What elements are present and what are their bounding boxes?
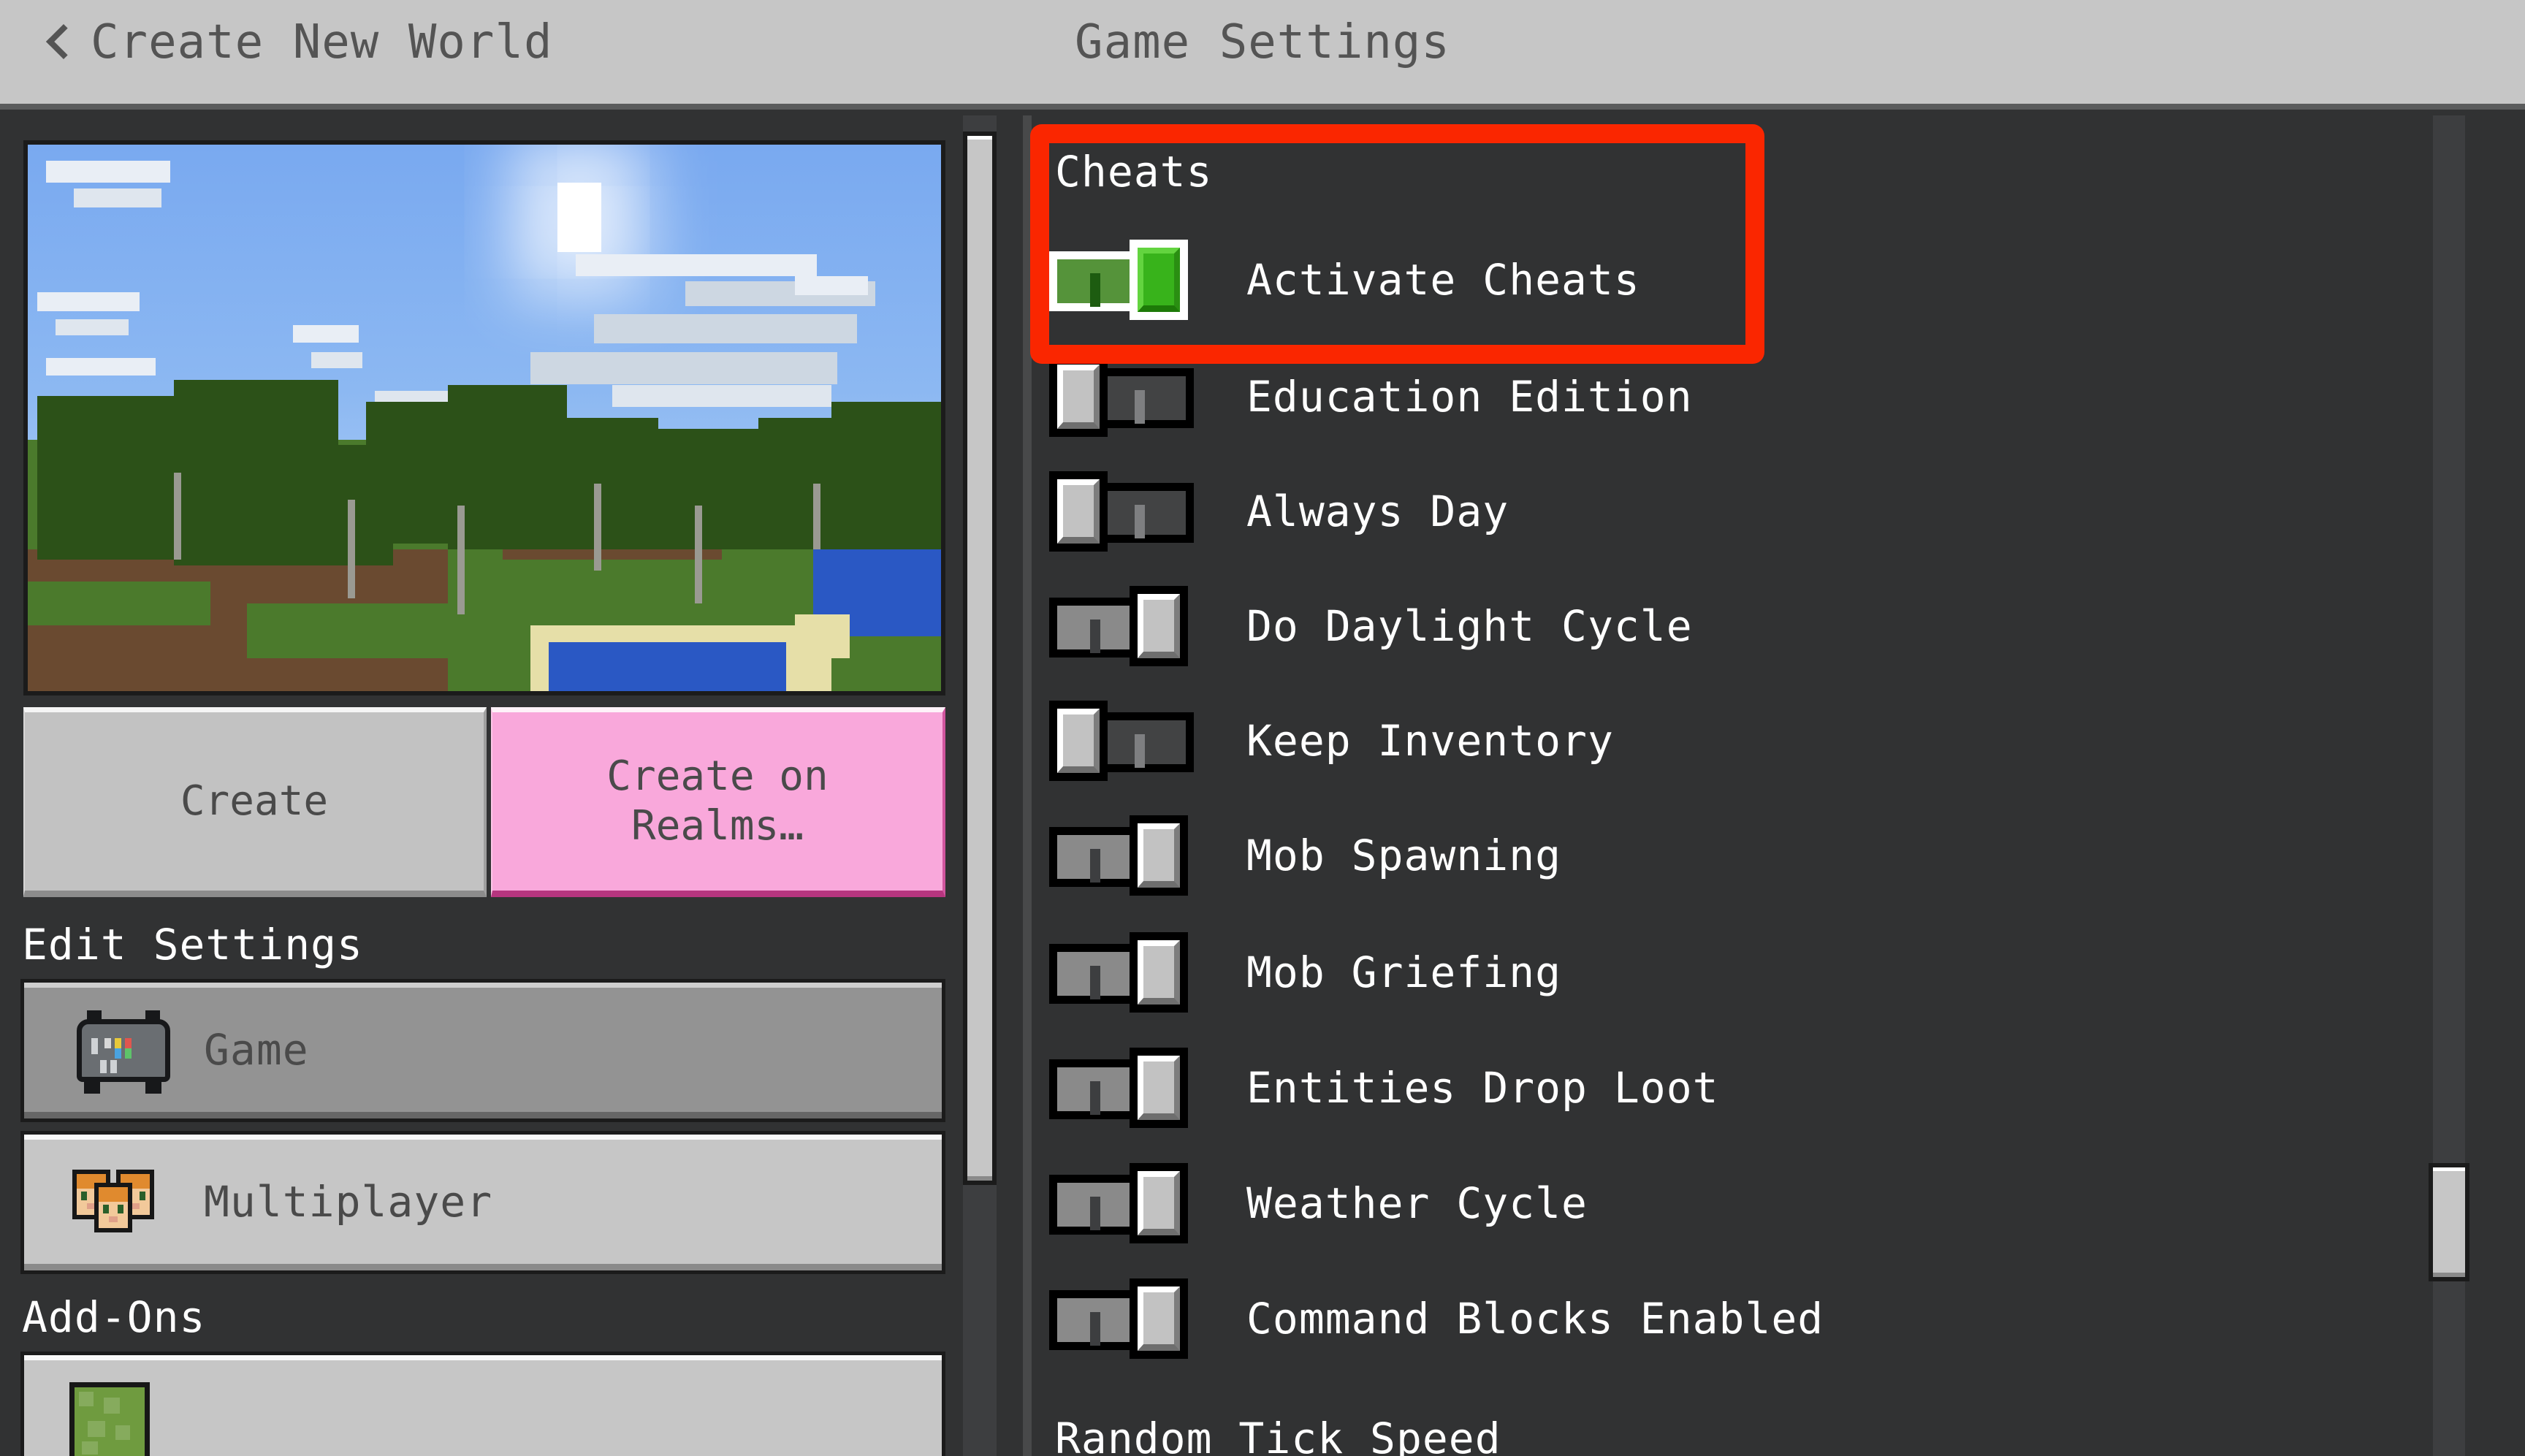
option-row-keep-inventory[interactable]: Keep Inventory <box>1049 701 2437 781</box>
world-preview-image <box>28 145 941 691</box>
option-row-command-blocks-enabled[interactable]: Command Blocks Enabled <box>1049 1278 2437 1359</box>
gamepad-icon <box>69 1006 178 1094</box>
sidebar-item-game[interactable]: Game <box>20 979 945 1122</box>
option-label-keep-inventory: Keep Inventory <box>1246 716 1614 766</box>
pane-divider <box>1023 115 1032 1456</box>
option-label-command-blocks-enabled: Command Blocks Enabled <box>1246 1294 1824 1343</box>
sidebar-item-multiplayer[interactable]: Multiplayer <box>20 1131 945 1274</box>
right-scrollbar-thumb[interactable] <box>2429 1163 2469 1281</box>
player-heads-icon <box>69 1158 178 1246</box>
toggle-keep-inventory[interactable] <box>1049 701 1220 781</box>
option-label-activate-cheats: Activate Cheats <box>1246 255 1640 305</box>
toggle-do-daylight-cycle[interactable] <box>1049 586 1220 666</box>
grass-block-icon <box>69 1382 150 1456</box>
page-title: Game Settings <box>1075 15 1450 69</box>
toggle-weather-cycle[interactable] <box>1049 1163 1220 1243</box>
option-row-education-edition[interactable]: Education Edition <box>1049 357 2437 437</box>
screen-header: Create New World Game Settings <box>0 0 2525 110</box>
create-button-row: Create Create on Realms… <box>23 707 945 897</box>
sidebar-item-multiplayer-label: Multiplayer <box>204 1177 493 1227</box>
option-row-mob-griefing[interactable]: Mob Griefing <box>1049 932 2437 1013</box>
option-row-weather-cycle[interactable]: Weather Cycle <box>1049 1163 2437 1243</box>
edit-settings-heading: Edit Settings <box>22 920 363 969</box>
random-tick-speed-heading: Random Tick Speed <box>1055 1414 1501 1456</box>
option-row-activate-cheats[interactable]: Activate Cheats <box>1049 240 2437 320</box>
toggle-command-blocks-enabled[interactable] <box>1049 1278 1220 1359</box>
option-label-entities-drop-loot: Entities Drop Loot <box>1246 1063 1719 1113</box>
toggle-always-day[interactable] <box>1049 471 1220 552</box>
toggle-education-edition[interactable] <box>1049 357 1220 437</box>
option-row-entities-drop-loot[interactable]: Entities Drop Loot <box>1049 1048 2437 1128</box>
toggle-mob-spawning[interactable] <box>1049 815 1220 896</box>
create-button[interactable]: Create <box>23 707 487 897</box>
toggle-entities-drop-loot[interactable] <box>1049 1048 1220 1128</box>
option-label-education-edition: Education Edition <box>1246 372 1693 422</box>
sun-icon <box>557 183 601 253</box>
cheats-group-heading: Cheats <box>1055 147 1213 197</box>
option-label-always-day: Always Day <box>1246 487 1509 536</box>
option-label-weather-cycle: Weather Cycle <box>1246 1178 1588 1228</box>
option-label-mob-spawning: Mob Spawning <box>1246 831 1562 880</box>
right-panel: Cheats Activate Cheats Education Edition <box>1032 115 2525 1456</box>
left-scrollbar-thumb[interactable] <box>963 132 997 1185</box>
world-preview[interactable] <box>23 140 945 695</box>
left-panel: Create Create on Realms… Edit Settings G… <box>0 115 1023 1456</box>
add-ons-heading: Add-Ons <box>22 1292 206 1342</box>
option-row-mob-spawning[interactable]: Mob Spawning <box>1049 815 2437 896</box>
toggle-mob-griefing[interactable] <box>1049 932 1220 1013</box>
option-label-mob-griefing: Mob Griefing <box>1246 948 1562 997</box>
option-label-do-daylight-cycle: Do Daylight Cycle <box>1246 601 1693 651</box>
toggle-activate-cheats[interactable] <box>1049 240 1220 320</box>
sidebar-item-addon[interactable] <box>20 1352 945 1456</box>
option-row-always-day[interactable]: Always Day <box>1049 471 2437 552</box>
game-settings-screen: Create New World Game Settings Create Cr… <box>0 0 2525 1456</box>
option-row-do-daylight-cycle[interactable]: Do Daylight Cycle <box>1049 586 2437 666</box>
sidebar-item-game-label: Game <box>204 1025 309 1075</box>
create-on-realms-button[interactable]: Create on Realms… <box>491 707 945 897</box>
